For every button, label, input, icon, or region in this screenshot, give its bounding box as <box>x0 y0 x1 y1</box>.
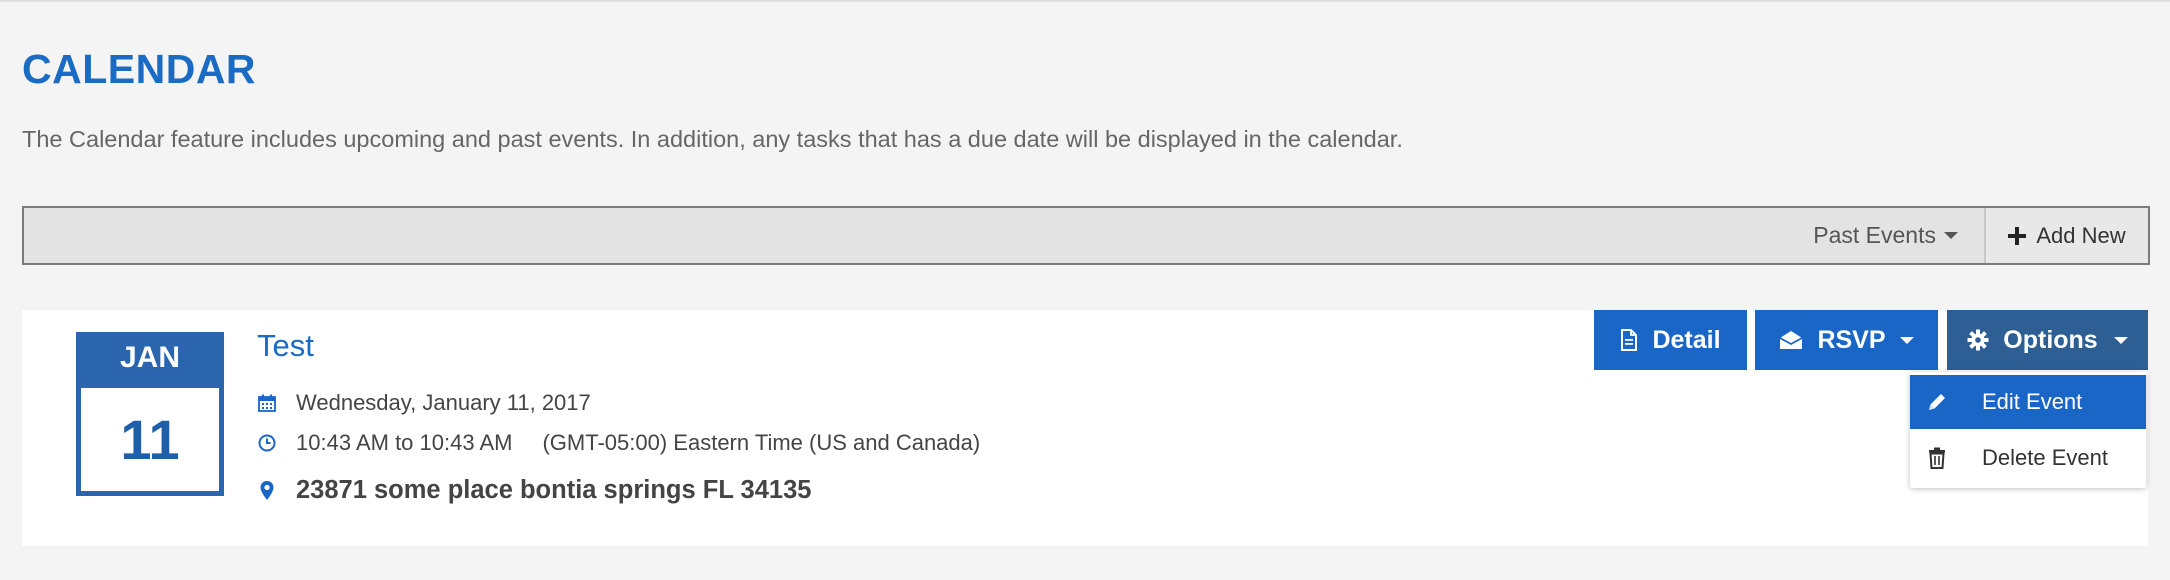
event-date-badge: JAN 11 <box>76 332 224 496</box>
top-shadow <box>0 0 2170 3</box>
add-new-label: Add New <box>2036 222 2126 248</box>
add-new-button[interactable]: Add New <box>1984 208 2148 263</box>
options-label: Options <box>2003 325 2098 354</box>
detail-label: Detail <box>1652 325 1721 354</box>
event-location-row: 23871 some place bontia springs FL 34135 <box>257 476 811 505</box>
trash-icon <box>1926 447 1948 469</box>
clock-icon <box>257 433 277 453</box>
caret-down-icon <box>1899 336 1914 344</box>
options-dropdown-menu: Edit Event Delete Event <box>1910 372 2146 488</box>
event-day: 11 <box>81 388 219 491</box>
delete-event-label: Delete Event <box>1982 445 2108 470</box>
past-events-label: Past Events <box>1813 222 1936 248</box>
event-time-row: 10:43 AM to 10:43 AM (GMT-05:00) Eastern… <box>257 430 980 456</box>
calendar-icon <box>257 393 277 413</box>
event-date-text: Wednesday, January 11, 2017 <box>296 390 591 415</box>
caret-down-icon <box>2113 336 2128 344</box>
event-date-row: Wednesday, January 11, 2017 <box>257 390 591 416</box>
envelope-open-icon <box>1779 330 1803 350</box>
options-button[interactable]: Options <box>1947 310 2148 370</box>
edit-event-menu-item[interactable]: Edit Event <box>1910 375 2146 429</box>
page-description: The Calendar feature includes upcoming a… <box>22 126 1403 152</box>
delete-event-menu-item[interactable]: Delete Event <box>1910 431 2146 485</box>
calendar-toolbar: Past Events Add New <box>22 206 2150 265</box>
document-icon <box>1620 329 1638 351</box>
event-timezone-text: (GMT-05:00) Eastern Time (US and Canada) <box>542 430 981 455</box>
rsvp-label: RSVP <box>1817 325 1886 354</box>
event-time-text: 10:43 AM to 10:43 AM <box>296 430 513 455</box>
detail-button[interactable]: Detail <box>1594 310 1747 370</box>
event-location-text: 23871 some place bontia springs FL 34135 <box>296 476 812 504</box>
gear-icon <box>1967 329 1989 351</box>
event-month: JAN <box>119 341 180 374</box>
pencil-icon <box>1926 391 1948 413</box>
event-title-link[interactable]: Test <box>257 328 314 364</box>
map-marker-icon <box>257 480 277 501</box>
event-card: JAN 11 Test Wednesday, January 11, 2017 <box>22 310 2148 546</box>
caret-down-icon <box>1944 232 1958 239</box>
plus-icon <box>2008 222 2027 250</box>
edit-event-label: Edit Event <box>1982 389 2083 414</box>
page-title: CALENDAR <box>22 46 257 92</box>
past-events-dropdown[interactable]: Past Events <box>1813 208 1958 263</box>
rsvp-button[interactable]: RSVP <box>1755 310 1938 370</box>
